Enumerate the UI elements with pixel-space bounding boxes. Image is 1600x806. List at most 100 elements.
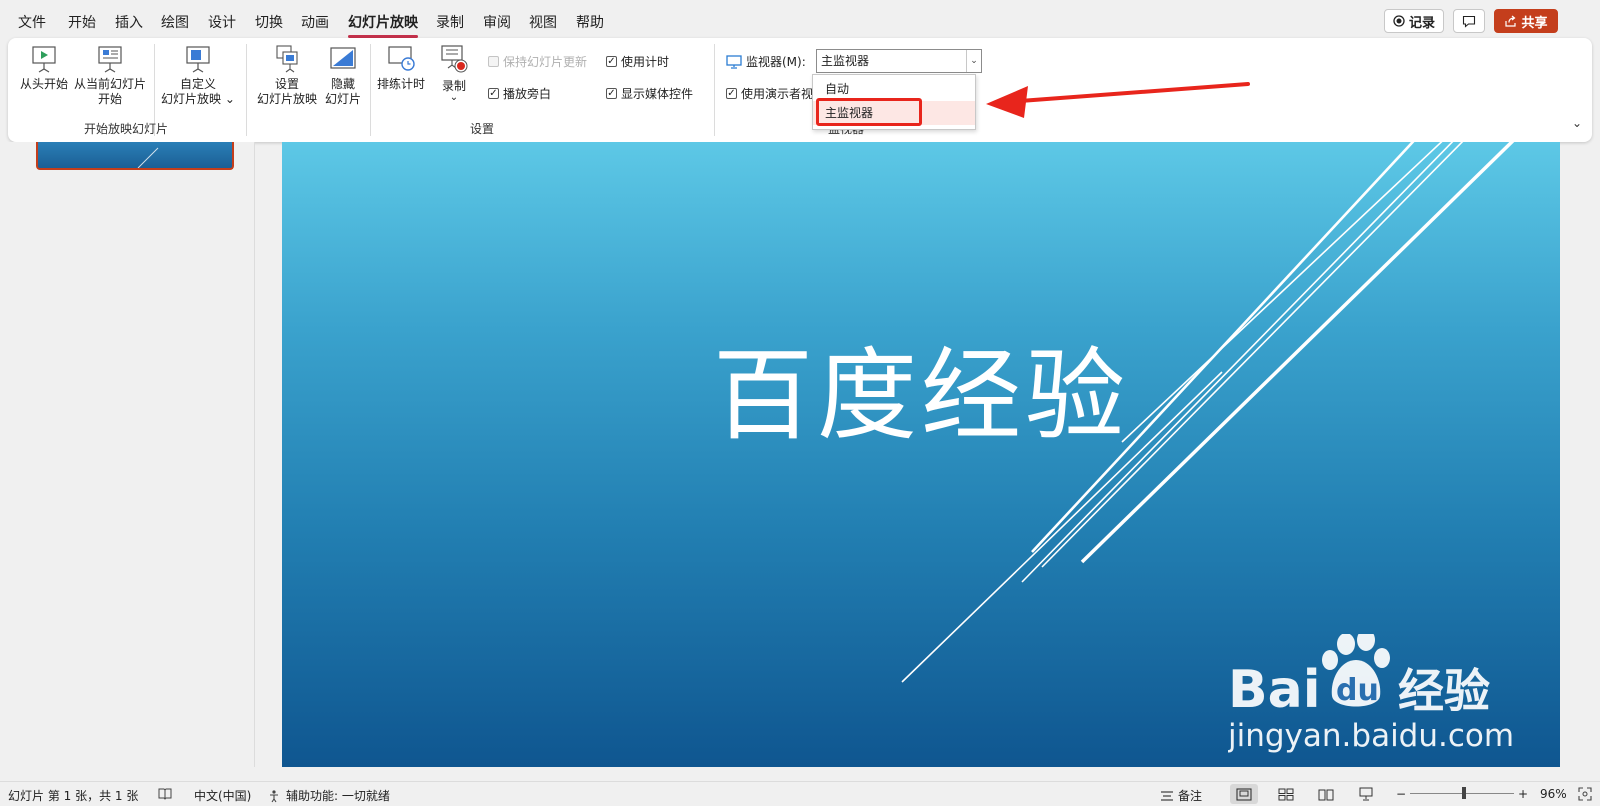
accessibility-label: 辅助功能: 一切就绪 (286, 789, 390, 803)
comments-button[interactable] (1453, 9, 1485, 33)
tab-slide-show[interactable]: 幻灯片放映 (348, 12, 418, 38)
rehearse-label: 排练计时 (376, 77, 425, 91)
monitor-select[interactable]: 主监视器 ⌄ (816, 49, 982, 73)
language-status[interactable]: 中文(中国) (194, 787, 251, 804)
slide-thumbnail-1[interactable] (36, 142, 234, 170)
tab-transitions[interactable]: 切换 (255, 12, 283, 32)
play-narrations-checkbox[interactable]: ✓ 播放旁白 (488, 85, 551, 102)
menu-tab-bar: 文件 开始 插入 绘图 设计 切换 动画 幻灯片放映 录制 审阅 视图 帮助 记… (0, 0, 1600, 40)
watermark-url: jingyan.baidu.com (1228, 718, 1514, 754)
notes-label: 备注 (1178, 789, 1203, 803)
record-button[interactable]: 记录 (1384, 9, 1444, 33)
start-group-label: 开始放映幻灯片 (84, 122, 169, 136)
use-presenter-view-checkbox[interactable]: ✓ 使用演示者视 (726, 85, 813, 102)
reading-view-icon (1318, 789, 1334, 800)
checkmark-icon: ✓ (488, 87, 499, 99)
checkmark-icon: ✓ (606, 87, 617, 99)
presenter-view-label: 使用演示者视 (741, 87, 814, 101)
custom-slide-show-button[interactable]: 自定义 幻灯片放映 ⌄ (160, 44, 236, 107)
status-bar: 幻灯片 第 1 张，共 1 张 中文(中国) 辅助功能: 一切就绪 备注 − +… (0, 781, 1600, 806)
group-separator (714, 44, 715, 136)
checkmark-icon: ✓ (606, 55, 617, 67)
annotation-arrow-icon (986, 82, 1250, 118)
monitor-label: 监视器(M): (726, 53, 806, 70)
tab-design[interactable]: 设计 (208, 12, 236, 32)
play-narration-label: 播放旁白 (503, 87, 552, 101)
zoom-slider-thumb[interactable] (1462, 787, 1466, 799)
svg-text:经验: 经验 (1398, 664, 1490, 718)
from-current-label-1: 从当前幻灯片 (73, 77, 146, 91)
annotation-highlight-box (816, 98, 922, 126)
zoom-out-button[interactable]: − (1396, 787, 1406, 801)
share-icon (1505, 15, 1517, 27)
baidu-logo: Bai du 经验 jingyan.baidu.com (1227, 629, 1514, 754)
keep-updated-label: 保持幻灯片更新 (503, 55, 588, 69)
normal-view-icon (1236, 787, 1252, 801)
record-slide-show-button[interactable]: 录制 ⌄ (436, 44, 472, 103)
chevron-down-icon[interactable]: ⌄ (966, 50, 981, 72)
hide-label-2: 幻灯片 (324, 92, 361, 106)
tab-help[interactable]: 帮助 (576, 12, 604, 32)
hide-slide-icon (330, 47, 356, 69)
spell-check-icon[interactable] (158, 787, 172, 800)
from-current-slide-button[interactable]: 从当前幻灯片 开始 (72, 44, 148, 107)
fit-to-window-icon[interactable] (1578, 787, 1592, 801)
svg-text:du: du (1336, 673, 1379, 708)
play-from-current-icon (98, 46, 122, 73)
slide-sorter-view-button[interactable] (1272, 784, 1300, 804)
slide-thumbnail-pane (0, 142, 255, 767)
checkbox-box (488, 56, 499, 67)
normal-view-button[interactable] (1230, 784, 1258, 804)
zoom-in-button[interactable]: + (1518, 787, 1528, 801)
slide-sorter-icon (1278, 788, 1294, 800)
record-dropdown-chevron-icon[interactable]: ⌄ (450, 93, 458, 103)
setup-label-2: 幻灯片放映 (256, 92, 317, 106)
setup-slide-show-button[interactable]: 设置 幻灯片放映 (254, 44, 320, 107)
reading-view-button[interactable] (1312, 784, 1340, 804)
rehearse-timings-button[interactable]: 排练计时 (374, 44, 428, 92)
slide-show-icon (1359, 787, 1373, 801)
notes-button[interactable]: 备注 (1160, 787, 1202, 804)
record-label: 记录 (1408, 15, 1435, 31)
slide-count-status[interactable]: 幻灯片 第 1 张，共 1 张 (8, 787, 138, 804)
tab-draw[interactable]: 绘图 (161, 12, 189, 32)
show-media-label: 显示媒体控件 (621, 87, 694, 101)
monitor-label-text: 监视器(M): (746, 55, 806, 69)
share-button[interactable]: 共享 (1494, 9, 1558, 33)
ribbon: 从头开始 从当前幻灯片 开始 自定义 幻灯片放映 ⌄ 开始放映幻灯片 设置 幻灯… (8, 38, 1592, 142)
from-beginning-label: 从头开始 (19, 77, 68, 91)
svg-text:Bai: Bai (1228, 660, 1321, 720)
from-beginning-button[interactable]: 从头开始 (18, 44, 70, 92)
from-current-label-2: 开始 (97, 92, 122, 106)
setup-group-label: 设置 (470, 122, 495, 136)
play-from-start-icon (32, 46, 56, 73)
tab-animations[interactable]: 动画 (301, 12, 329, 32)
zoom-slider[interactable] (1410, 787, 1514, 799)
accessibility-status[interactable]: 辅助功能: 一切就绪 (268, 787, 390, 804)
slide-title[interactable]: 百度经验 (282, 314, 1560, 459)
use-timings-checkbox[interactable]: ✓ 使用计时 (606, 53, 669, 70)
notes-icon (1161, 790, 1173, 801)
accessibility-icon (270, 789, 278, 802)
tab-view[interactable]: 视图 (529, 12, 557, 32)
group-separator (370, 44, 371, 136)
comment-icon (1462, 15, 1476, 28)
use-timings-label: 使用计时 (621, 55, 670, 69)
tab-review[interactable]: 审阅 (483, 12, 511, 32)
tab-home[interactable]: 开始 (68, 12, 96, 32)
zoom-level[interactable]: 96% (1540, 787, 1567, 801)
checkmark-icon: ✓ (726, 87, 737, 99)
keep-slides-updated-checkbox[interactable]: 保持幻灯片更新 (488, 53, 587, 70)
collapse-ribbon-chevron-icon[interactable]: ⌄ (1572, 116, 1582, 130)
tab-record[interactable]: 录制 (436, 12, 464, 32)
slide-show-view-button[interactable] (1352, 784, 1380, 804)
show-media-controls-checkbox[interactable]: ✓ 显示媒体控件 (606, 85, 693, 102)
share-label: 共享 (1521, 15, 1548, 31)
tab-file[interactable]: 文件 (18, 12, 46, 32)
custom-show-label-1: 自定义 (179, 77, 216, 91)
hide-slide-button[interactable]: 隐藏 幻灯片 (322, 44, 364, 107)
rehearse-timer-icon (388, 46, 415, 71)
record-dot-icon (1393, 15, 1405, 27)
tab-insert[interactable]: 插入 (115, 12, 143, 32)
group-separator (246, 44, 247, 136)
